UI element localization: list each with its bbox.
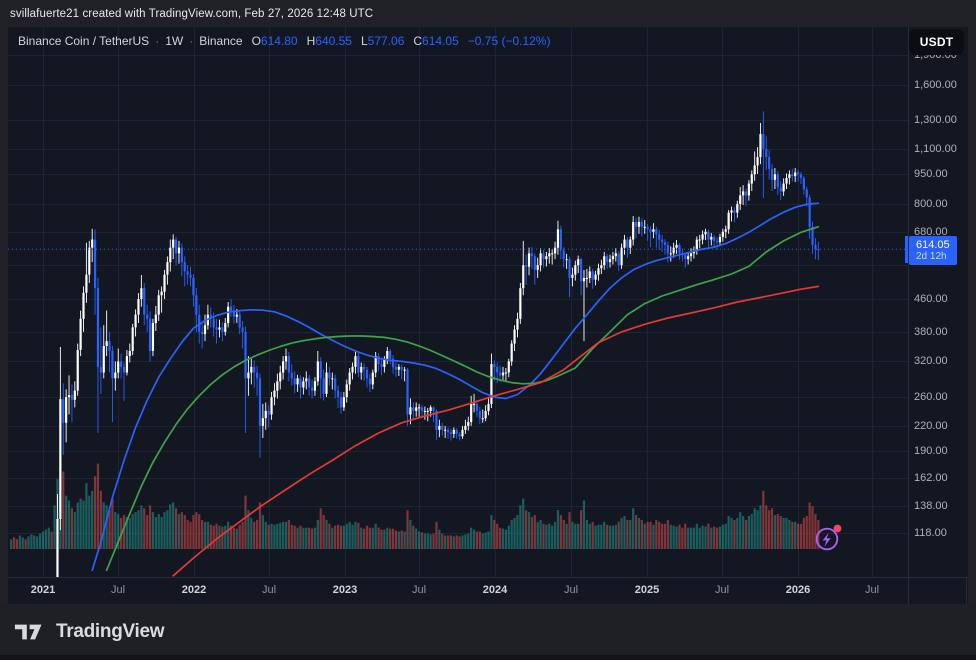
ohlc-values: O614.80 H640.55 L577.06 C614.05 <box>243 34 459 48</box>
last-price-value: 614.05 <box>916 239 957 251</box>
timeframe[interactable]: 1W <box>165 34 183 48</box>
price-axis-label: 800.00 <box>914 198 948 210</box>
time-axis-label: 2026 <box>786 584 810 596</box>
ohlc-item-c: C614.05 <box>413 34 458 48</box>
spark-boost-icon[interactable] <box>812 522 844 554</box>
time-axis-label: 2023 <box>333 584 357 596</box>
ohlc-item-h: H640.55 <box>307 34 352 48</box>
tradingview-wordmark[interactable]: TradingView <box>56 621 164 643</box>
tradingview-logo-icon[interactable] <box>14 621 47 643</box>
time-axis-label: Jul <box>262 584 276 596</box>
ma-mid-green <box>107 227 819 571</box>
price-axis-label: 1,600.00 <box>914 79 957 91</box>
time-axis-label: 2022 <box>182 584 206 596</box>
grid-lines <box>8 27 908 577</box>
time-axis-label: Jul <box>111 584 125 596</box>
price-axis-label: 380.00 <box>914 326 948 338</box>
price-axis-label: 1,100.00 <box>914 143 957 155</box>
price-change: −0.75 (−0.12%) <box>468 34 551 48</box>
last-price-edge-mark <box>905 236 908 263</box>
price-axis-divider <box>908 27 909 604</box>
price-chart[interactable] <box>8 27 968 577</box>
time-axis-label: Jul <box>865 584 879 596</box>
time-axis-label: Jul <box>564 584 578 596</box>
exchange-name: Binance <box>199 34 242 48</box>
axis-corner-divider <box>966 578 967 604</box>
volume-bars <box>10 452 819 549</box>
price-axis-label: 1,300.00 <box>914 114 957 126</box>
lightning-circle-icon <box>812 522 844 554</box>
tradingview-snapshot: svillafuerte21 created with TradingView.… <box>0 0 976 660</box>
time-axis-label: 2024 <box>483 584 507 596</box>
bar-countdown: 2d 12h <box>916 251 957 262</box>
separator: · <box>189 34 193 48</box>
time-axis-divider <box>8 577 968 578</box>
bottom-strip <box>0 655 976 660</box>
price-axis-label: 220.00 <box>914 420 948 432</box>
price-axis-label: 460.00 <box>914 293 948 305</box>
ohlc-item-o: O614.80 <box>252 34 298 48</box>
ma-fast-blue <box>92 203 818 570</box>
time-axis-label: Jul <box>412 584 426 596</box>
attribution-text: svillafuerte21 created with TradingView.… <box>0 8 373 20</box>
attribution-bar: svillafuerte21 created with TradingView.… <box>0 0 976 27</box>
price-axis-label: 162.00 <box>914 472 948 484</box>
price-axis-label: 190.00 <box>914 445 948 457</box>
price-axis-label: 138.00 <box>914 500 948 512</box>
time-axis-label: 2025 <box>635 584 659 596</box>
price-axis-label: 260.00 <box>914 391 948 403</box>
ohlc-item-l: L577.06 <box>361 34 404 48</box>
symbol-header: Binance Coin / TetherUS · 1W · Binance O… <box>18 33 550 49</box>
price-axis-label: 320.00 <box>914 355 948 367</box>
price-axis-label: 950.00 <box>914 168 948 180</box>
last-price-label: 614.05 2d 12h <box>909 236 957 265</box>
footer-bar: TradingView <box>0 604 976 660</box>
price-axis-label: 118.00 <box>914 527 947 539</box>
time-axis-label: Jul <box>715 584 729 596</box>
currency-toggle-button[interactable]: USDT <box>909 29 964 55</box>
time-axis-label: 2021 <box>31 584 55 596</box>
separator: · <box>155 34 159 48</box>
symbol-name[interactable]: Binance Coin / TetherUS <box>18 34 149 48</box>
